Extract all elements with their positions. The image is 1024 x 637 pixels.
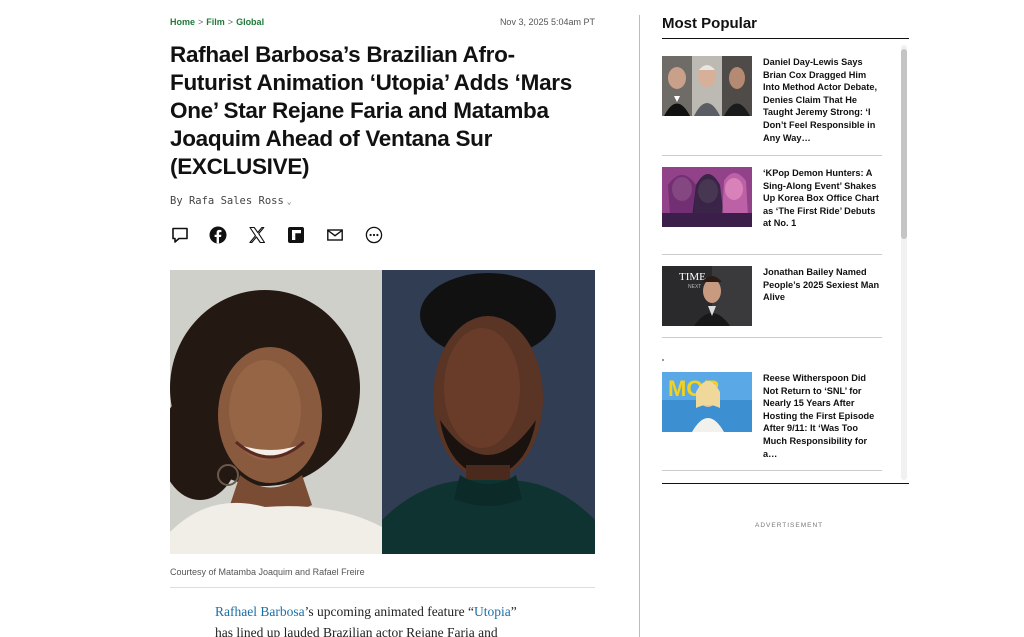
thumbnail-time-logo: TIME — [679, 271, 706, 283]
most-popular-separator — [662, 254, 882, 255]
thumbnail-next-text: NEXT — [688, 284, 701, 290]
facebook-icon[interactable] — [208, 225, 228, 245]
more-icon[interactable] — [364, 225, 384, 245]
column-divider — [639, 15, 640, 637]
body-link-utopia[interactable]: Utopia — [474, 604, 511, 619]
most-popular-thumbnail[interactable]: MOR — [662, 372, 752, 432]
x-icon[interactable] — [247, 225, 267, 245]
body-text-fragment: ’s upcoming animated feature “ — [304, 604, 475, 619]
advertisement-label: ADVERTISEMENT — [755, 522, 824, 529]
most-popular-top-rule — [662, 38, 909, 39]
ad-marker — [662, 359, 664, 361]
most-popular-scrollbar[interactable] — [901, 45, 907, 480]
caption-divider — [170, 587, 595, 588]
hero-caption: Courtesy of Matamba Joaquim and Rafael F… — [170, 567, 365, 577]
most-popular-thumbnail[interactable]: TIME NEXT — [662, 266, 752, 326]
publish-date: Nov 3, 2025 5:04am PT — [499, 17, 595, 27]
most-popular-bottom-rule — [662, 483, 909, 484]
most-popular-thumbnail[interactable] — [662, 167, 752, 227]
breadcrumb-home-link[interactable]: Home — [170, 17, 195, 27]
most-popular-separator — [662, 337, 882, 338]
hero-image — [170, 270, 595, 554]
most-popular-headline[interactable]: Reese Witherspoon Did Not Return to ‘SNL… — [763, 372, 881, 460]
article-body: Rafhael Barbosa’s upcoming animated feat… — [215, 601, 595, 637]
chevron-down-icon: ⌄ — [286, 197, 292, 206]
breadcrumb-separator: > — [198, 17, 204, 27]
most-popular-headline[interactable]: Daniel Day-Lewis Says Brian Cox Dragged … — [763, 56, 881, 144]
most-popular-headline[interactable]: Jonathan Bailey Named People’s 2025 Sexi… — [763, 266, 881, 304]
email-icon[interactable] — [325, 225, 345, 245]
body-link-rafhael-barbosa[interactable]: Rafhael Barbosa — [215, 604, 305, 619]
scrollbar-thumb[interactable] — [901, 49, 907, 239]
share-bar — [170, 225, 410, 245]
article-headline: Rafhael Barbosa’s Brazilian Afro-Futuris… — [170, 42, 572, 179]
body-text-fragment: ” — [510, 604, 517, 619]
comment-icon[interactable] — [170, 225, 190, 245]
most-popular-item[interactable]: Daniel Day-Lewis Says Brian Cox Dragged … — [662, 56, 882, 151]
most-popular-thumbnail[interactable] — [662, 56, 752, 116]
byline[interactable]: By Rafa Sales Ross ⌄ — [170, 195, 292, 207]
body-text-line: has lined up lauded Brazilian actor Reja… — [215, 625, 498, 637]
author-name[interactable]: By Rafa Sales Ross — [170, 195, 284, 207]
most-popular-separator — [662, 155, 882, 156]
most-popular-title: Most Popular — [662, 15, 758, 32]
most-popular-separator — [662, 470, 882, 471]
most-popular-item[interactable]: ‘KPop Demon Hunters: A Sing-Along Event’… — [662, 167, 882, 247]
most-popular-item[interactable]: MOR Reese Witherspoon Did Not Return to … — [662, 372, 882, 464]
breadcrumb-separator: > — [227, 17, 234, 27]
breadcrumb: Home > Film > Global — [170, 17, 264, 27]
article-topline: Home > Film > Global Nov 3, 2025 5:04am PT — [170, 17, 595, 31]
flipboard-icon[interactable] — [286, 225, 306, 245]
most-popular-item[interactable]: TIME NEXT Jonathan Bailey Named People’s… — [662, 266, 882, 332]
breadcrumb-film-link[interactable]: Film — [206, 17, 225, 27]
most-popular-headline[interactable]: ‘KPop Demon Hunters: A Sing-Along Event’… — [763, 167, 881, 230]
breadcrumb-global-link[interactable]: Global — [236, 17, 264, 27]
